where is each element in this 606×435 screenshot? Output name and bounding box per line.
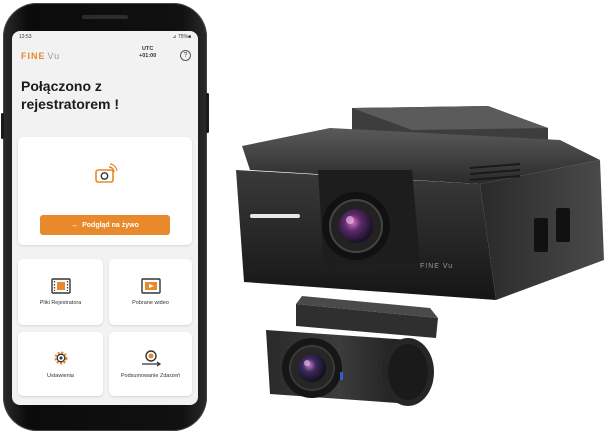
- rear-dashcam: [266, 296, 438, 406]
- event-summary-icon: [141, 349, 161, 366]
- utc-offset: +01:00: [139, 53, 157, 59]
- tile-settings-label: Ustawienia: [47, 372, 74, 379]
- rear-lens: [298, 354, 326, 382]
- status-time: 13:53: [19, 34, 32, 40]
- tile-downloaded-video[interactable]: Pobrane wideo: [109, 259, 192, 325]
- front-mount-plate: [352, 106, 548, 172]
- front-lens: [339, 209, 373, 243]
- tile-event-summary-label: Podsumowanie Zdarzeń: [120, 372, 181, 379]
- live-arrows-icon: ↔: [71, 221, 79, 229]
- smartphone: 13:53 ⊿ 75%■ FINE Vu UTC +01:00 ? Połączo…: [1, 3, 209, 431]
- utc-label: UTC: [141, 46, 154, 52]
- tile-event-summary[interactable]: Podsumowanie Zdarzeń: [109, 332, 192, 396]
- live-view-label: Podgląd na żywo: [82, 221, 139, 229]
- phone-earpiece: [82, 15, 128, 19]
- tile-recorder-files-label: Pliki Rejestratora: [39, 299, 82, 306]
- app-screen: 13:53 ⊿ 75%■ FINE Vu UTC +01:00 ? Połączo…: [12, 31, 198, 405]
- logo-main: FINE: [21, 51, 46, 61]
- tile-downloaded-video-label: Pobrane wideo: [132, 299, 169, 306]
- status-bar: 13:53 ⊿ 75%■: [12, 31, 198, 43]
- dashcam-wifi-icon: [94, 163, 118, 185]
- rear-status-led: [340, 372, 343, 380]
- phone-power-button: [206, 93, 209, 133]
- app-logo: FINE Vu: [21, 51, 60, 61]
- help-icon[interactable]: ?: [180, 50, 191, 61]
- dashcam-brand-print: FINE Vu: [420, 263, 453, 270]
- phone-side-button: [1, 113, 4, 139]
- gear-icon: [54, 351, 67, 364]
- status-indicators: ⊿ 75%■: [172, 34, 191, 40]
- front-led-strip: [250, 214, 300, 218]
- tile-settings[interactable]: Ustawienia: [18, 332, 103, 396]
- film-strip-icon: [50, 277, 71, 294]
- downloaded-video-icon: [140, 277, 161, 294]
- utc-timezone-button[interactable]: UTC +01:00: [139, 46, 156, 60]
- front-dashcam: FINE Vu: [236, 106, 604, 300]
- app-header: FINE Vu UTC +01:00 ?: [12, 43, 198, 69]
- logo-sub: Vu: [47, 51, 61, 61]
- live-view-button[interactable]: ↔ Podgląd na żywo: [40, 215, 170, 235]
- rear-mount-plate: [296, 304, 438, 338]
- tile-recorder-files[interactable]: Pliki Rejestratora: [18, 259, 103, 325]
- live-view-card: ↔ Podgląd na żywo: [18, 137, 192, 245]
- connection-headline: Połączono z rejestratorem !: [21, 78, 120, 112]
